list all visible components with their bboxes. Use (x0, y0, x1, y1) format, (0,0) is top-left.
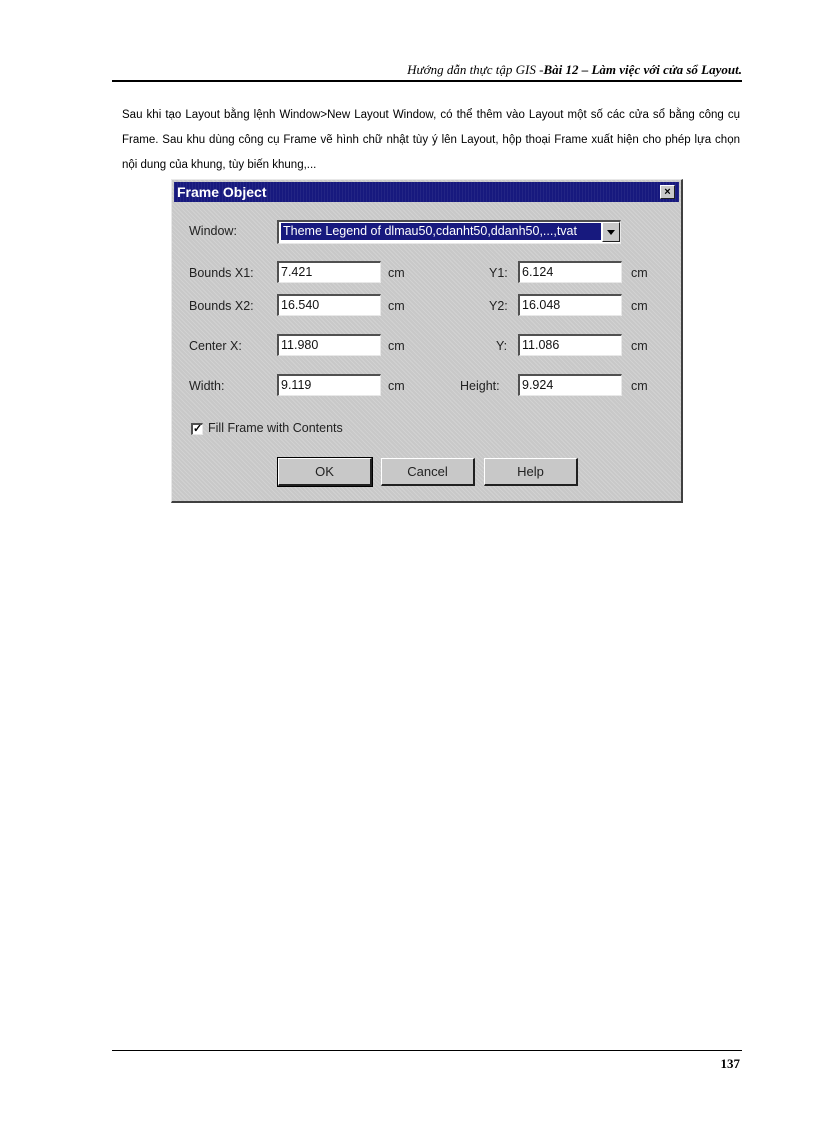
y2-field[interactable]: 16.048 (518, 294, 622, 316)
close-button[interactable]: × (660, 185, 675, 199)
cancel-button[interactable]: Cancel (381, 458, 475, 486)
page-header: Hướng dẫn thực tập GIS -Bài 12 – Làm việ… (112, 62, 742, 80)
bounds-x2-field[interactable]: 16.540 (277, 294, 381, 316)
bounds-x1-label: Bounds X1: (189, 266, 254, 280)
frame-object-dialog: Frame Object × Window: Theme Legend of d… (171, 179, 683, 503)
center-x-label: Center X: (189, 339, 242, 353)
y1-label: Y1: (489, 266, 508, 280)
checkmark-icon: ✓ (193, 423, 203, 435)
height-field[interactable]: 9.924 (518, 374, 622, 396)
width-field[interactable]: 9.119 (277, 374, 381, 396)
width-unit: cm (388, 379, 405, 393)
center-x-field[interactable]: 11.980 (277, 334, 381, 356)
chevron-down-icon[interactable] (602, 222, 620, 242)
center-x-unit: cm (388, 339, 405, 353)
window-select-value: Theme Legend of dlmau50,cdanht50,ddanh50… (281, 223, 601, 240)
dialog-titlebar[interactable]: Frame Object × (174, 182, 679, 202)
header-italic: Hướng dẫn thực tập GIS - (407, 62, 544, 77)
height-unit: cm (631, 379, 648, 393)
y1-unit: cm (631, 266, 648, 280)
header-bold: Bài 12 – Làm việc với cửa sổ Layout. (543, 62, 742, 77)
fill-frame-checkbox[interactable]: ✓ (191, 423, 203, 435)
window-select[interactable]: Theme Legend of dlmau50,cdanht50,ddanh50… (277, 220, 621, 244)
dialog-title: Frame Object (177, 184, 267, 200)
y2-label: Y2: (489, 299, 508, 313)
fill-frame-label[interactable]: Fill Frame with Contents (208, 421, 343, 435)
y1-field[interactable]: 6.124 (518, 261, 622, 283)
width-label: Width: (189, 379, 225, 393)
center-y-field[interactable]: 11.086 (518, 334, 622, 356)
bounds-x2-unit: cm (388, 299, 405, 313)
y2-unit: cm (631, 299, 648, 313)
bounds-x1-unit: cm (388, 266, 405, 280)
height-label: Height: (460, 379, 500, 393)
window-label: Window: (189, 224, 237, 238)
header-rule (112, 80, 742, 82)
ok-button[interactable]: OK (277, 457, 373, 487)
intro-paragraph: Sau khi tạo Layout bằng lệnh Window>New … (122, 109, 740, 171)
bounds-x2-label: Bounds X2: (189, 299, 254, 313)
center-y-unit: cm (631, 339, 648, 353)
help-button[interactable]: Help (484, 458, 578, 486)
page-number: 137 (720, 1056, 741, 1071)
bounds-x1-field[interactable]: 7.421 (277, 261, 381, 283)
footer-rule (112, 1050, 742, 1051)
center-y-label: Y: (496, 339, 508, 353)
